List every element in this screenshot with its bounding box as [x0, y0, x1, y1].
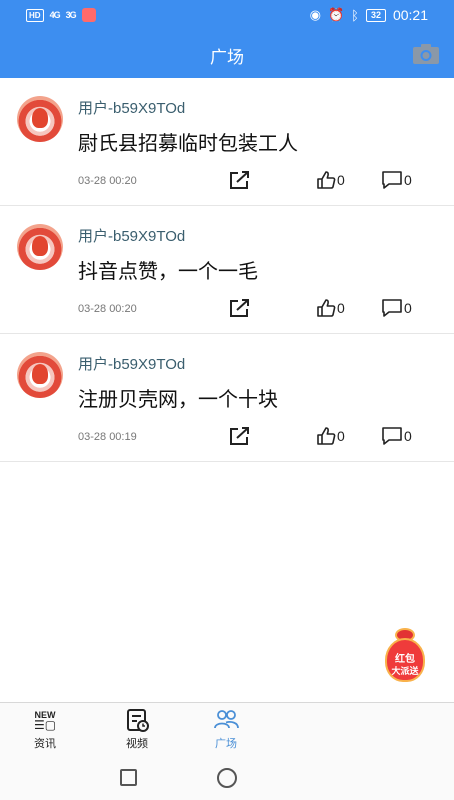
camera-icon[interactable] — [412, 43, 440, 65]
community-icon — [214, 710, 239, 729]
clock: 00:21 — [392, 7, 428, 23]
like-count: 0 — [337, 428, 345, 444]
avatar[interactable] — [17, 352, 63, 398]
post-item[interactable]: 用户-b59X9TOd 尉氏县招募临时包装工人 03-28 00:20 0 0 — [0, 78, 454, 206]
red-packet-label: 红包 — [395, 654, 415, 665]
share-icon[interactable] — [229, 426, 251, 446]
status-left: HD 4G 3G — [26, 8, 96, 22]
tab-video[interactable]: 视频 — [105, 707, 169, 751]
post-content[interactable]: 抖音点赞，一个一毛 — [78, 255, 258, 284]
avatar[interactable] — [17, 224, 63, 270]
news-icon: NEW ☰▢ — [33, 710, 57, 732]
comment-count: 0 — [404, 300, 412, 316]
comment-count: 0 — [404, 172, 412, 188]
bottom-nav: NEW ☰▢ 资讯 视频 广场 — [0, 702, 454, 756]
like-button[interactable]: 0 — [316, 170, 345, 190]
like-count: 0 — [337, 300, 345, 316]
status-bar: HD 4G 3G ◉ ⏰ ᛒ 32 00:21 — [0, 0, 454, 32]
notification-app-icon — [81, 8, 96, 22]
like-button[interactable]: 0 — [316, 298, 345, 318]
share-icon[interactable] — [229, 170, 251, 190]
eye-icon: ◉ — [309, 7, 321, 22]
tab-square[interactable]: 广场 — [194, 707, 258, 751]
red-packet-button[interactable]: 红包 大派送 — [380, 628, 430, 686]
app-bar: 广场 — [0, 32, 454, 78]
post-item[interactable]: 用户-b59X9TOd 注册贝壳网，一个十块 03-28 00:19 0 0 — [0, 334, 454, 462]
share-icon[interactable] — [229, 298, 251, 318]
comment-button[interactable]: 0 — [381, 170, 412, 190]
signal-3g-icon: 3G — [65, 10, 77, 20]
comment-icon — [382, 171, 402, 189]
comment-button[interactable]: 0 — [381, 298, 412, 318]
like-button[interactable]: 0 — [316, 426, 345, 446]
status-right: ◉ ⏰ ᛒ 32 00:21 — [310, 7, 428, 23]
post-username[interactable]: 用户-b59X9TOd — [78, 225, 185, 246]
signal-4g-icon: 4G — [49, 10, 61, 20]
hd-indicator: HD — [26, 8, 44, 22]
home-icon[interactable] — [217, 768, 237, 788]
comment-icon — [382, 299, 402, 317]
avatar[interactable] — [17, 96, 63, 142]
tab-video-label: 视频 — [126, 738, 148, 750]
post-feed: 用户-b59X9TOd 尉氏县招募临时包装工人 03-28 00:20 0 0 … — [0, 78, 454, 462]
tab-news-label: 资讯 — [34, 738, 56, 750]
post-item[interactable]: 用户-b59X9TOd 抖音点赞，一个一毛 03-28 00:20 0 0 — [0, 206, 454, 334]
post-username[interactable]: 用户-b59X9TOd — [78, 353, 185, 374]
bluetooth-icon: ᛒ — [351, 7, 359, 23]
thumbs-up-icon — [317, 427, 336, 445]
video-icon — [127, 709, 149, 732]
battery-icon: 32 — [365, 8, 386, 22]
post-content[interactable]: 尉氏县招募临时包装工人 — [78, 127, 298, 156]
comment-icon — [382, 427, 402, 445]
post-content[interactable]: 注册贝壳网，一个十块 — [78, 383, 278, 412]
comment-button[interactable]: 0 — [381, 426, 412, 446]
thumbs-up-icon — [317, 299, 336, 317]
thumbs-up-icon — [317, 171, 336, 189]
recent-apps-icon[interactable] — [120, 769, 137, 786]
tab-news[interactable]: NEW ☰▢ 资讯 — [13, 707, 77, 751]
tab-square-label: 广场 — [215, 738, 237, 750]
system-nav-bar — [0, 756, 454, 800]
post-time: 03-28 00:20 — [78, 303, 137, 315]
post-time: 03-28 00:20 — [78, 175, 137, 187]
comment-count: 0 — [404, 428, 412, 444]
alarm-icon: ⏰ — [327, 7, 345, 22]
like-count: 0 — [337, 172, 345, 188]
red-packet-sublabel: 大派送 — [391, 666, 419, 676]
post-time: 03-28 00:19 — [78, 431, 137, 443]
post-username[interactable]: 用户-b59X9TOd — [78, 97, 185, 118]
page-title: 广场 — [210, 48, 244, 67]
